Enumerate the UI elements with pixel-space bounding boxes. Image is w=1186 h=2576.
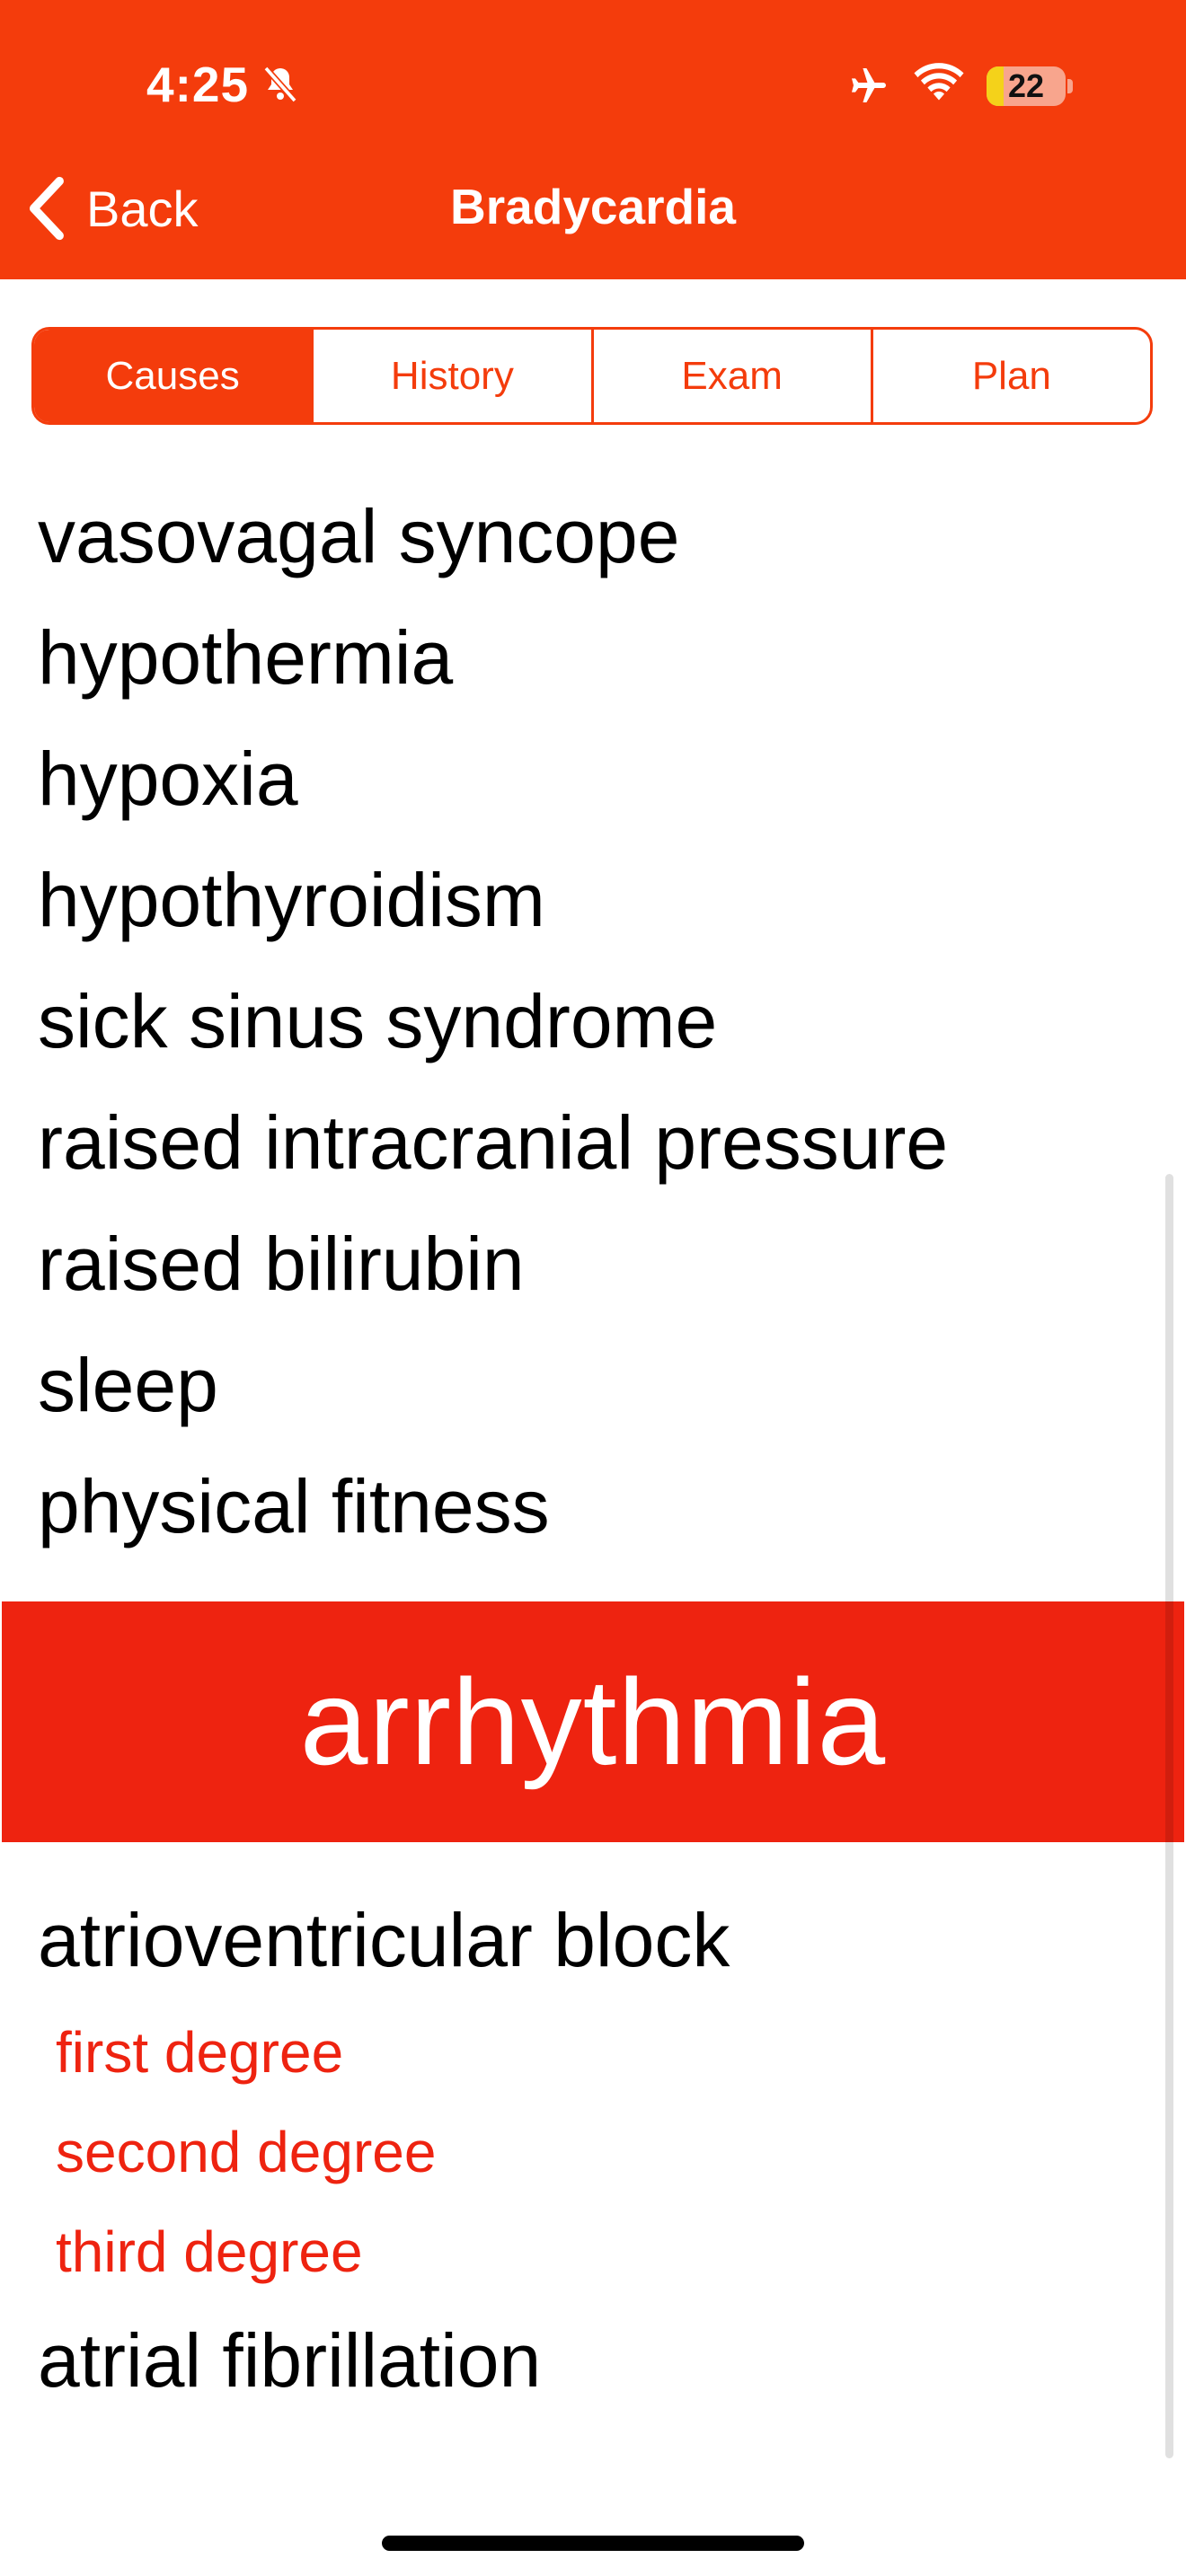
segmented-control: Causes History Exam Plan [31,327,1153,425]
list-item: sick sinus syndrome [38,979,718,1063]
battery-percentage: 22 [1007,67,1045,104]
battery-tip [1067,79,1073,93]
section-header-arrhythmia: arrhythmia [2,1601,1184,1842]
airplane-icon [852,68,886,102]
section-title: arrhythmia [299,1654,887,1790]
list-item: hypothyroidism [38,858,545,942]
page-title: Bradycardia [450,179,736,234]
home-indicator[interactable] [382,2536,804,2551]
list-item: physical fitness [38,1464,550,1548]
tab-history[interactable]: History [311,330,590,422]
tab-causes[interactable]: Causes [34,330,312,422]
scrollbar[interactable] [1165,1174,1173,2458]
subitem-second-degree: second degree [56,2120,437,2184]
list-item: vasovagal syncope [38,494,680,578]
bell-slash-icon [263,66,297,103]
list-item-atrial-fibrillation: atrial fibrillation [38,2318,542,2403]
status-time: 4:25 [146,57,250,112]
list-item-av-block: atrioventricular block [38,1898,730,1982]
tab-plan[interactable]: Plan [870,330,1150,422]
list-item: sleep [38,1343,218,1427]
subitem-first-degree: first degree [56,2020,344,2085]
list-item: raised intracranial pressure [38,1100,949,1185]
list-item: hypoxia [38,737,298,821]
subitem-third-degree: third degree [56,2219,363,2284]
list-item: hypothermia [38,615,454,700]
list-item: raised bilirubin [38,1222,525,1306]
causes-list: vasovagal syncope hypothermia hypoxia hypot… [38,494,948,1585]
navigation-header: 4:25 22 Back Bradycardia [0,0,1186,279]
battery-indicator: 22 [987,66,1066,106]
tab-exam[interactable]: Exam [590,330,871,422]
wifi-icon [914,63,964,101]
